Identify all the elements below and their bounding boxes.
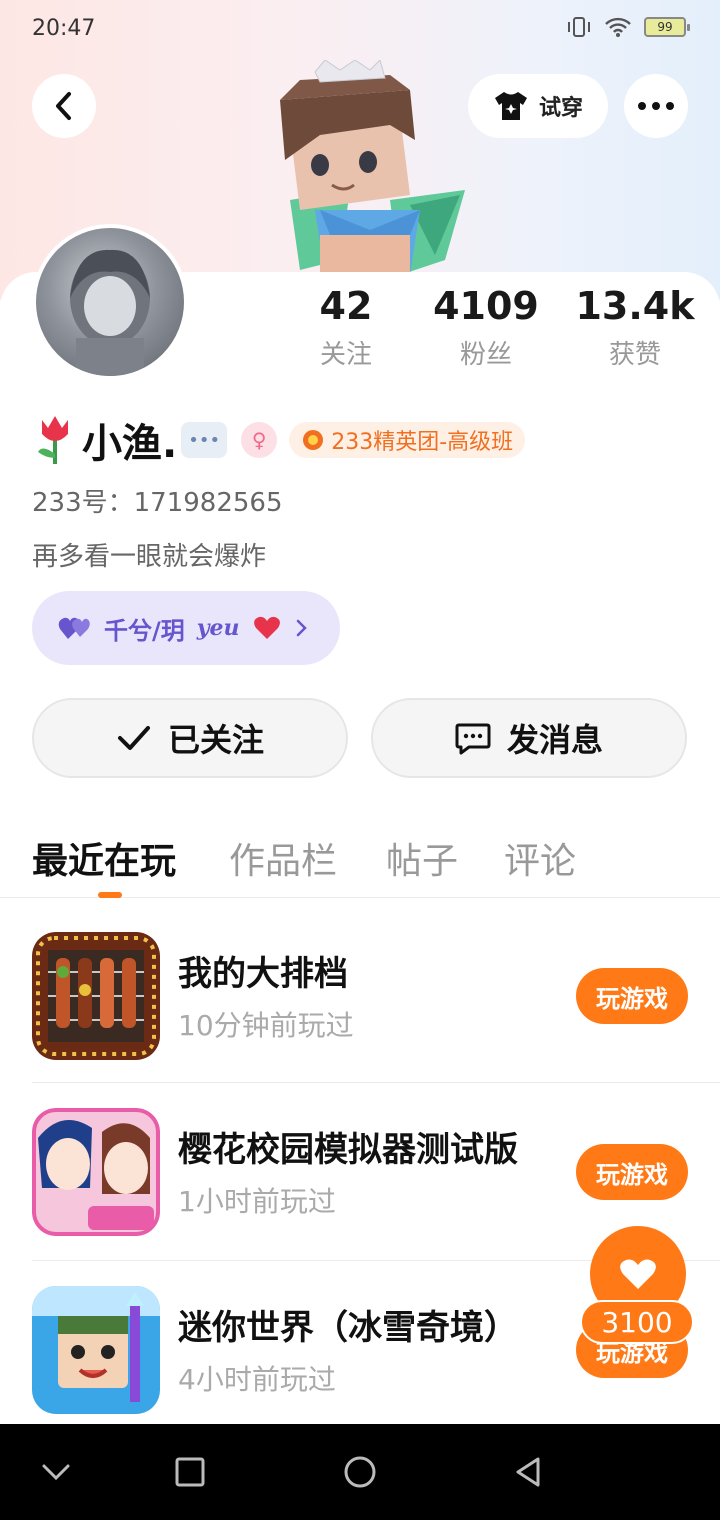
message-bubble-icon bbox=[455, 723, 491, 755]
home-icon[interactable] bbox=[342, 1454, 378, 1490]
stat-likes[interactable]: 13.4k 获赞 bbox=[555, 284, 715, 371]
stat-followers-value: 4109 bbox=[433, 284, 539, 328]
medal-icon bbox=[303, 430, 324, 450]
tab-recently-played[interactable]: 最近在玩 bbox=[32, 832, 176, 884]
female-gender-icon: ♀ bbox=[241, 422, 278, 458]
tulip-icon bbox=[38, 416, 68, 464]
game-last-played: 10分钟前玩过 bbox=[178, 1009, 354, 1042]
game-name: 我的大排档 bbox=[178, 954, 348, 994]
send-message-button[interactable]: 发消息 bbox=[371, 698, 687, 778]
game-icon-mini-world bbox=[32, 1286, 160, 1414]
try-on-button[interactable]: 试穿 bbox=[468, 74, 608, 138]
vibrate-icon bbox=[568, 17, 590, 37]
title-badge[interactable]: 233精英团-高级班 bbox=[289, 422, 526, 458]
game-name: 迷你世界（冰雪奇境） bbox=[178, 1308, 518, 1348]
status-time: 20:47 bbox=[32, 16, 96, 41]
profile-name-row: 小渔. ••• ♀ 233精英团-高级班 bbox=[32, 412, 526, 468]
stat-followers-label: 粉丝 bbox=[459, 340, 512, 370]
chevron-left-icon bbox=[56, 92, 71, 120]
checkmark-icon bbox=[117, 726, 150, 750]
back-button[interactable] bbox=[32, 74, 96, 138]
relationship-pill[interactable]: 千兮/玥 yeu bbox=[32, 591, 340, 665]
user-id: 233号：171982565 bbox=[32, 488, 283, 518]
chat-bubble-icon: ••• bbox=[181, 422, 228, 458]
more-dots-icon bbox=[638, 102, 674, 110]
game-icon-bbq bbox=[32, 932, 160, 1060]
following-button[interactable]: 已关注 bbox=[32, 698, 348, 778]
game-list-item[interactable]: 我的大排档 10分钟前玩过 玩游戏 bbox=[0, 932, 720, 1110]
status-icons: 99 bbox=[566, 16, 690, 38]
stat-likes-value: 13.4k bbox=[575, 284, 695, 328]
game-icon-sakura-school bbox=[32, 1108, 160, 1236]
system-navigation-bar bbox=[0, 1424, 720, 1520]
relationship-name: 千兮/玥 bbox=[104, 616, 185, 645]
like-count-badge: 3100 bbox=[580, 1300, 694, 1344]
recent-apps-icon[interactable] bbox=[172, 1454, 208, 1490]
relationship-suffix-decoration: yeu bbox=[196, 615, 240, 641]
heart-icon bbox=[620, 1259, 656, 1289]
status-bar: 20:47 99 bbox=[0, 0, 720, 62]
wifi-icon bbox=[605, 17, 631, 37]
play-game-button[interactable]: 玩游戏 bbox=[576, 968, 688, 1024]
profile-tabs: 最近在玩 作品栏 帖子 评论 bbox=[0, 826, 720, 898]
chevron-down-icon[interactable] bbox=[38, 1454, 74, 1490]
tab-works[interactable]: 作品栏 bbox=[229, 832, 337, 884]
chevron-right-icon bbox=[296, 619, 307, 637]
game-last-played: 1小时前玩过 bbox=[178, 1185, 336, 1218]
play-game-button[interactable]: 玩游戏 bbox=[576, 1144, 688, 1200]
tab-comments[interactable]: 评论 bbox=[504, 832, 576, 884]
list-divider bbox=[32, 1082, 720, 1083]
avatar-character-illustration bbox=[280, 60, 465, 275]
try-on-label: 试穿 bbox=[538, 96, 583, 121]
username: 小渔. bbox=[82, 421, 178, 467]
game-name: 樱花校园模拟器测试版 bbox=[178, 1130, 518, 1170]
shirt-icon bbox=[494, 92, 527, 120]
game-last-played: 4小时前玩过 bbox=[178, 1363, 336, 1396]
profile-stats: 42 关注 4109 粉丝 13.4k 获赞 bbox=[0, 284, 720, 384]
stat-following-label: 关注 bbox=[319, 340, 372, 370]
stat-followers[interactable]: 4109 粉丝 bbox=[406, 284, 566, 371]
heart-icon bbox=[253, 616, 280, 639]
send-message-label: 发消息 bbox=[506, 721, 603, 759]
double-heart-icon bbox=[58, 617, 90, 639]
stat-following[interactable]: 42 关注 bbox=[266, 284, 426, 371]
tab-posts[interactable]: 帖子 bbox=[386, 832, 458, 884]
stat-likes-label: 获赞 bbox=[608, 340, 661, 370]
active-tab-indicator bbox=[98, 892, 122, 898]
back-triangle-icon[interactable] bbox=[510, 1454, 546, 1490]
battery-icon: 99 bbox=[644, 17, 690, 37]
stat-following-value: 42 bbox=[319, 284, 373, 328]
title-badge-label: 233精英团-高级班 bbox=[331, 430, 514, 455]
user-bio: 再多看一眼就会爆炸 bbox=[32, 542, 267, 572]
more-options-button[interactable] bbox=[624, 74, 688, 138]
following-button-label: 已关注 bbox=[167, 721, 264, 759]
